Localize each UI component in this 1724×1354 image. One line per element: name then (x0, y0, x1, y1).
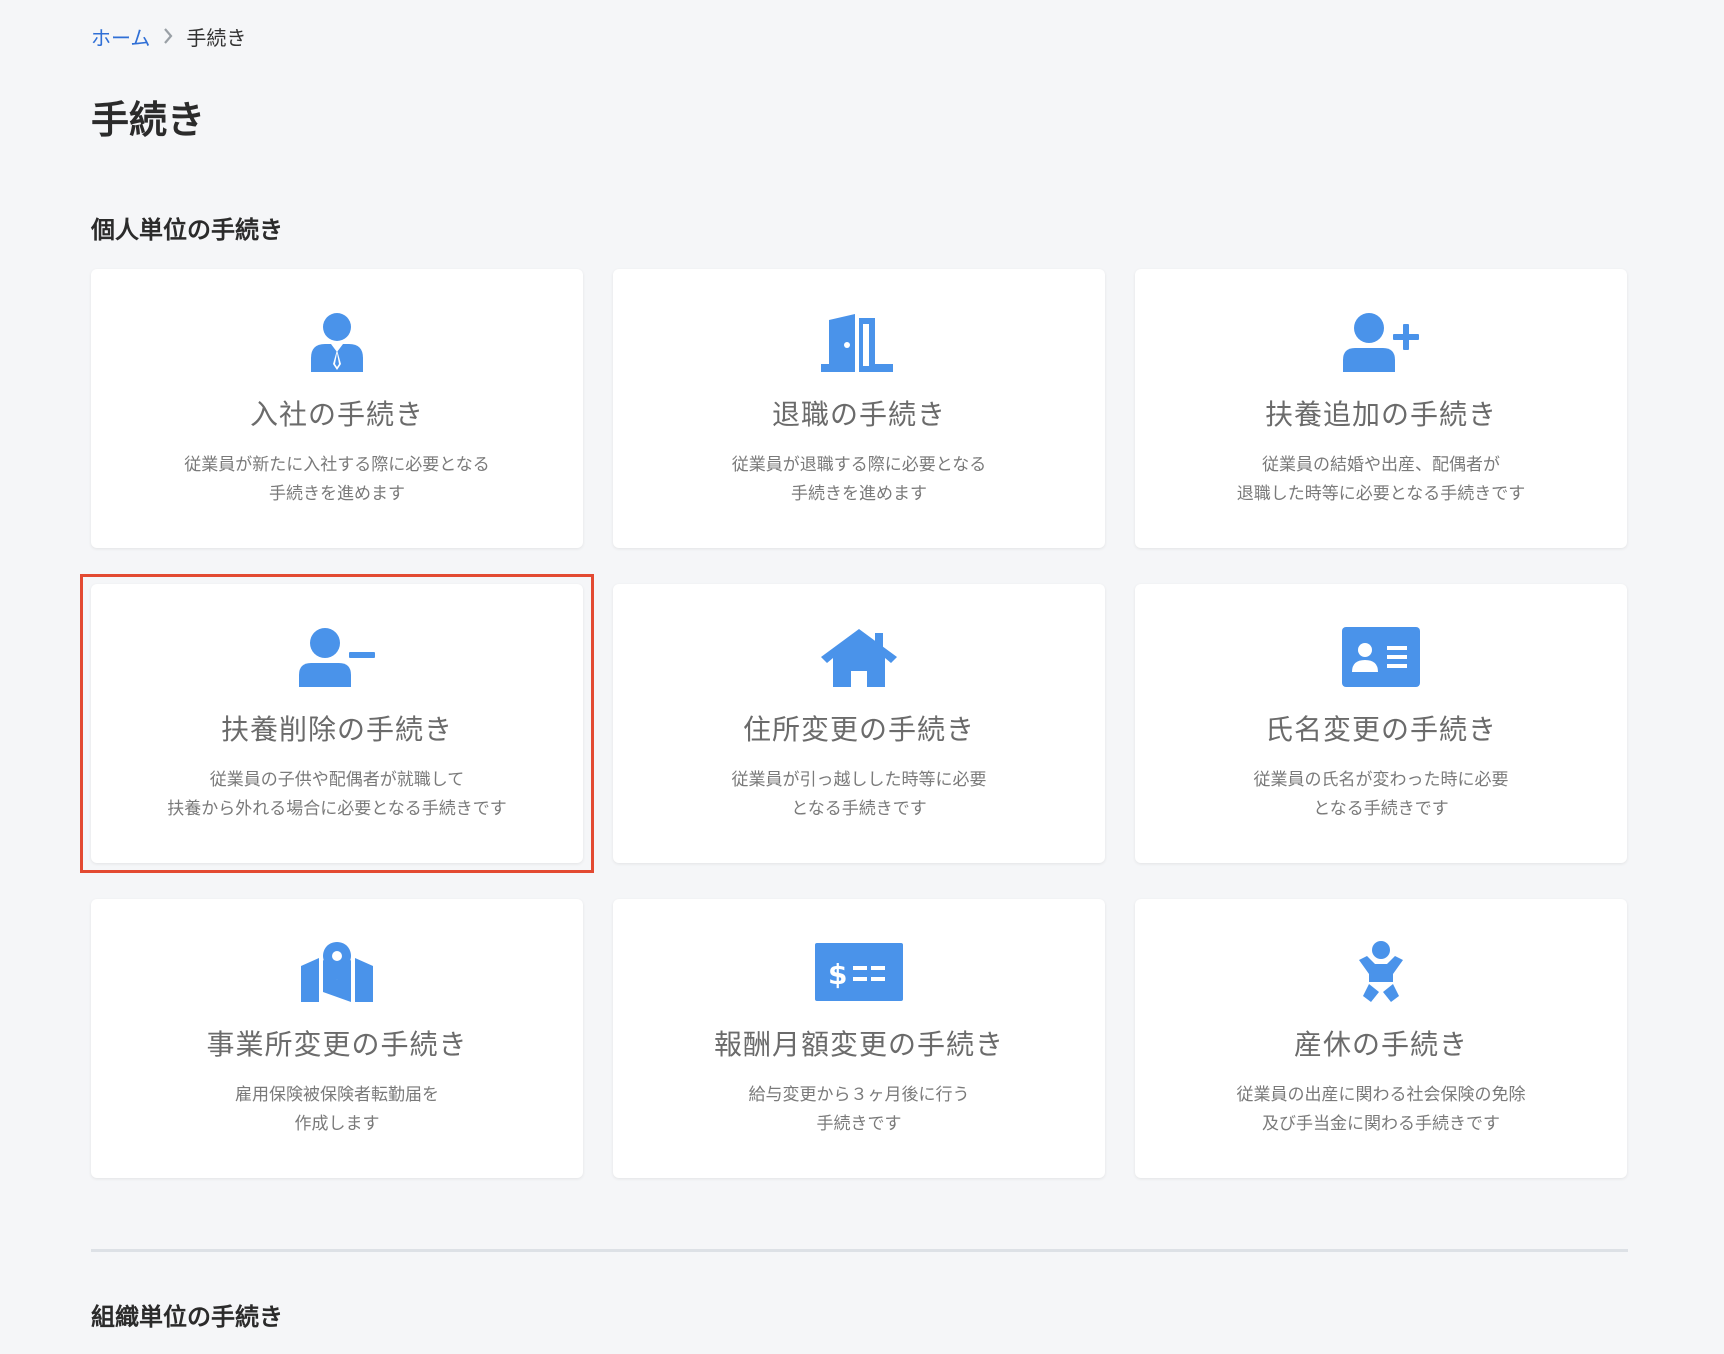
user-minus-icon (292, 624, 382, 690)
page-title: 手続き (91, 98, 206, 142)
card-salary-change[interactable]: $ 報酬月額変更の手続き 給与変更から３ヶ月後に行う 手続きです (613, 899, 1105, 1178)
user-plus-icon (1336, 309, 1426, 375)
section-divider (91, 1249, 1628, 1252)
card-title: 氏名変更の手続き (1264, 712, 1497, 746)
card-title: 産休の手続き (1293, 1027, 1468, 1061)
card-maternity-leave[interactable]: 産休の手続き 従業員の出産に関わる社会保険の免除 及び手当金に関わる手続きです (1135, 899, 1627, 1178)
card-description: 従業員の出産に関わる社会保険の免除 及び手当金に関わる手続きです (1236, 1084, 1526, 1134)
breadcrumb-home-link[interactable]: ホーム (91, 22, 150, 51)
breadcrumb-current: 手続き (186, 25, 247, 50)
baby-icon (1336, 939, 1426, 1005)
procedure-card-grid: 入社の手続き 従業員が新たに入社する際に必要となる 手続きを進めます 退職の手続… (80, 269, 1628, 1178)
card-title: 住所変更の手続き (742, 712, 975, 746)
card-description: 雇用保険被保険者転勤届を 作成します (235, 1084, 439, 1134)
card-description: 従業員の結婚や出産、配偶者が 退職した時等に必要となる手続きです (1236, 454, 1526, 504)
svg-text:$: $ (828, 958, 847, 991)
card-description: 従業員の子供や配偶者が就職して 扶養から外れる場合に必要となる手続きです (167, 769, 507, 819)
id-card-icon (1336, 624, 1426, 690)
card-address-change[interactable]: 住所変更の手続き 従業員が引っ越しした時等に必要 となる手続きです (613, 584, 1105, 863)
money-check-icon: $ (814, 939, 904, 1005)
card-title: 扶養削除の手続き (220, 712, 453, 746)
card-description: 従業員が退職する際に必要となる 手続きを進めます (731, 454, 987, 504)
card-description: 従業員が引っ越しした時等に必要 となる手続きです (731, 769, 987, 819)
card-dependent-remove[interactable]: 扶養削除の手続き 従業員の子供や配偶者が就職して 扶養から外れる場合に必要となる… (80, 574, 594, 873)
door-exit-icon (814, 309, 904, 375)
card-office-change[interactable]: 事業所変更の手続き 雇用保険被保険者転勤届を 作成します (91, 899, 583, 1178)
chevron-right-icon (162, 26, 174, 46)
section-title-organization: 組織単位の手続き (91, 1303, 283, 1331)
card-title: 報酬月額変更の手続き (713, 1027, 1004, 1061)
card-description: 給与変更から３ヶ月後に行う 手続きです (748, 1084, 970, 1134)
card-title: 扶養追加の手続き (1264, 397, 1497, 431)
card-title: 退職の手続き (771, 397, 946, 431)
employee-icon (292, 309, 382, 375)
section-title-individual: 個人単位の手続き (91, 216, 283, 244)
map-marker-icon (292, 939, 382, 1005)
card-title: 事業所変更の手続き (206, 1027, 468, 1061)
card-description: 従業員が新たに入社する際に必要となる 手続きを進めます (184, 454, 490, 504)
card-description: 従業員の氏名が変わった時に必要 となる手続きです (1253, 769, 1509, 819)
house-icon (814, 624, 904, 690)
card-onboarding[interactable]: 入社の手続き 従業員が新たに入社する際に必要となる 手続きを進めます (91, 269, 583, 548)
card-title: 入社の手続き (249, 397, 424, 431)
card-resignation[interactable]: 退職の手続き 従業員が退職する際に必要となる 手続きを進めます (613, 269, 1105, 548)
card-dependent-add[interactable]: 扶養追加の手続き 従業員の結婚や出産、配偶者が 退職した時等に必要となる手続きで… (1135, 269, 1627, 548)
breadcrumb: ホーム 手続き (91, 20, 246, 52)
card-name-change[interactable]: 氏名変更の手続き 従業員の氏名が変わった時に必要 となる手続きです (1135, 584, 1627, 863)
